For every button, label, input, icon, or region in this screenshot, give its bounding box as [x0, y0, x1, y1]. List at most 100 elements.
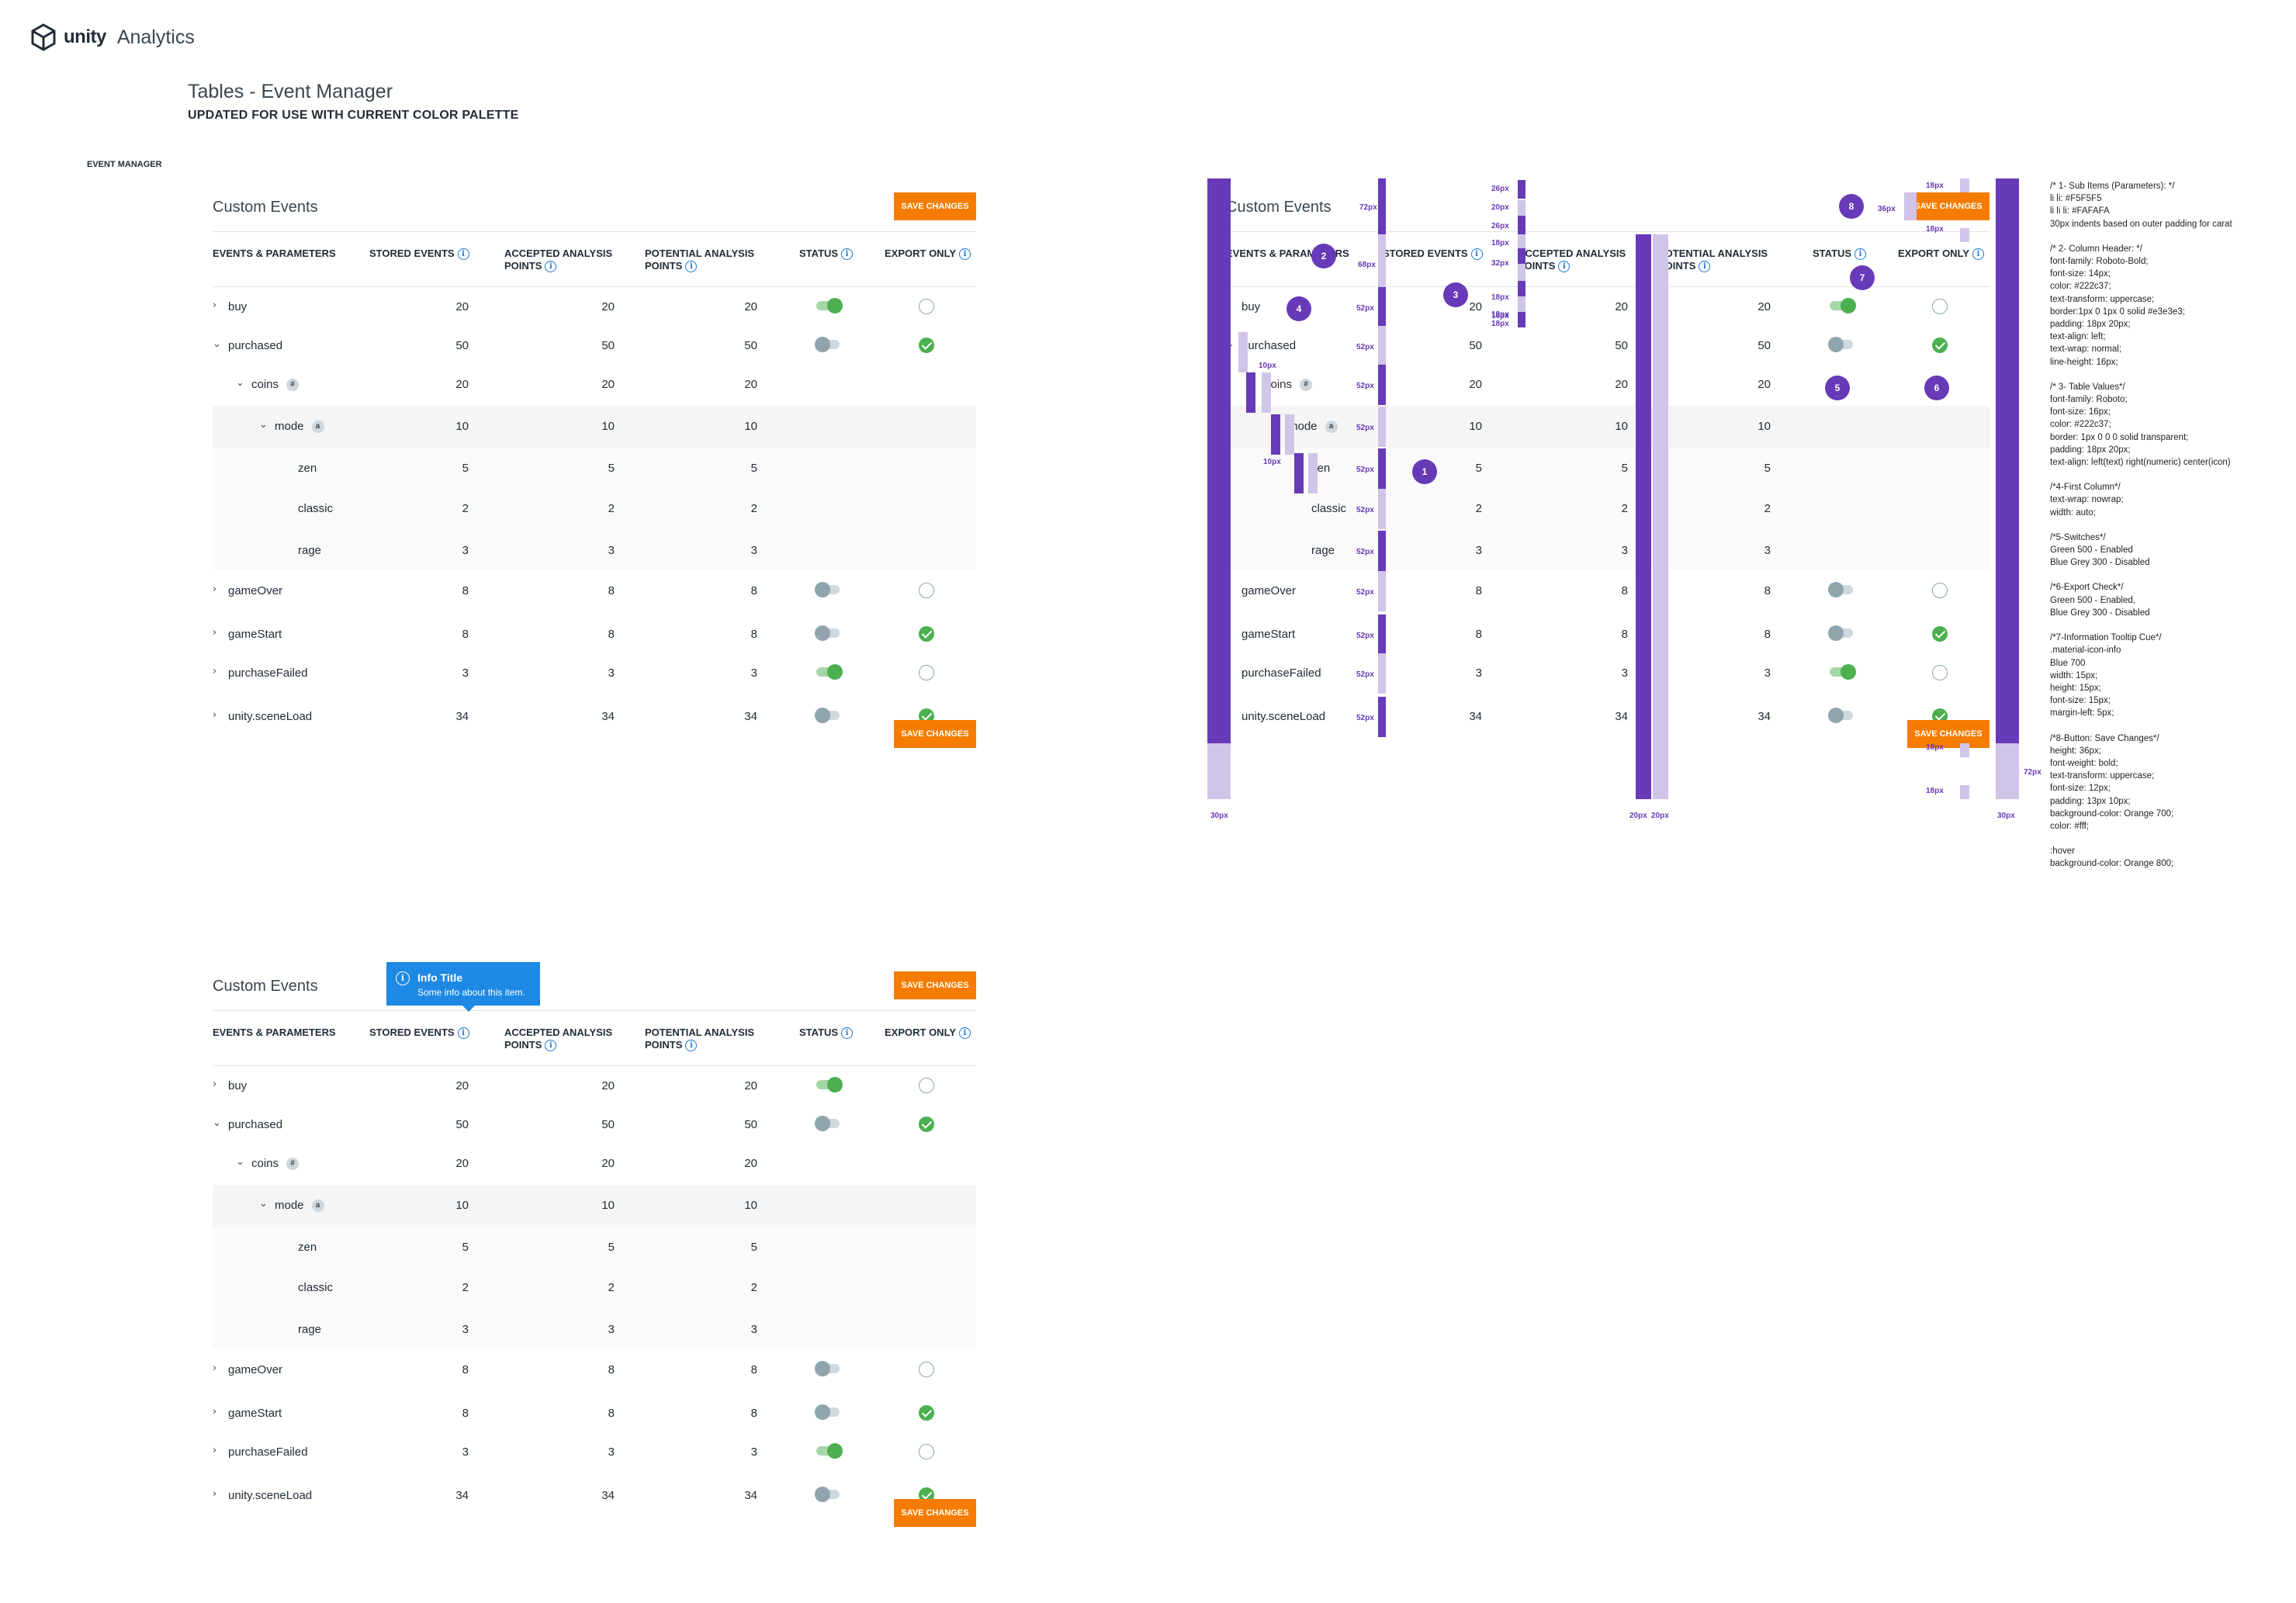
export-unchecked-icon[interactable] — [919, 583, 934, 598]
table-row[interactable]: rage 3 3 3 — [213, 1309, 976, 1349]
table-row[interactable]: zen 5 5 5 — [213, 448, 976, 488]
table-row[interactable]: ⌄modea101010 — [213, 406, 976, 448]
table-row[interactable]: ›purchaseFailed333 — [213, 1432, 976, 1475]
info-icon[interactable]: i — [841, 248, 854, 261]
export-unchecked-icon[interactable] — [1932, 665, 1948, 680]
export-unchecked-icon[interactable] — [919, 1078, 934, 1093]
table-row[interactable]: rage 3 3 3 — [213, 530, 976, 570]
chevron-down-icon[interactable]: ⌄ — [259, 419, 268, 431]
info-icon[interactable]: i — [457, 248, 469, 261]
table-row[interactable]: ›gameOver888 — [1226, 570, 1990, 614]
table-row[interactable]: ›unity.sceneLoad343434 — [213, 1475, 976, 1514]
table-row[interactable]: ›gameStart888 — [213, 614, 976, 653]
export-checked-icon[interactable] — [1932, 338, 1948, 353]
export-unchecked-icon[interactable] — [919, 1444, 934, 1459]
status-toggle[interactable] — [815, 582, 840, 597]
table-row[interactable]: ⌄modea101010 — [213, 1185, 976, 1227]
table-row[interactable]: classic 2 2 2 — [213, 488, 976, 530]
status-toggle[interactable] — [815, 708, 840, 723]
table-row[interactable]: ⌄purchased505050 — [213, 1104, 976, 1143]
export-checked-icon[interactable] — [1932, 626, 1948, 642]
export-checked-icon[interactable] — [919, 1117, 934, 1132]
info-icon[interactable]: i — [1699, 261, 1711, 273]
chevron-down-icon[interactable]: ⌄ — [236, 1156, 244, 1168]
chevron-right-icon[interactable]: › — [213, 1406, 216, 1418]
status-toggle[interactable] — [1830, 298, 1856, 313]
brand[interactable]: unity Analytics — [29, 23, 195, 51]
table-row[interactable]: ⌄coins#202020 — [1226, 364, 1990, 406]
table-row[interactable]: ›buy202020 — [1226, 286, 1990, 325]
table-row[interactable]: ⌄modea101010 — [1226, 406, 1990, 448]
table-row[interactable]: ›purchaseFailed333 — [1226, 653, 1990, 696]
table-row[interactable]: ›gameOver888 — [213, 570, 976, 614]
status-toggle[interactable] — [1828, 582, 1853, 597]
chevron-right-icon[interactable]: › — [213, 1445, 216, 1456]
info-icon[interactable]: i — [958, 1027, 971, 1040]
export-checked-icon[interactable] — [919, 338, 934, 353]
chevron-down-icon[interactable]: ⌄ — [213, 338, 221, 350]
info-icon[interactable]: i — [545, 261, 557, 273]
table-row[interactable]: ›unity.sceneLoad343434 — [1226, 696, 1990, 735]
status-toggle[interactable] — [1828, 625, 1853, 641]
table-row[interactable]: zen 5 5 5 — [213, 1227, 976, 1267]
chevron-down-icon[interactable]: ⌄ — [259, 1198, 268, 1210]
status-toggle[interactable] — [1830, 664, 1856, 680]
chevron-right-icon[interactable]: › — [213, 583, 216, 595]
status-toggle[interactable] — [815, 337, 840, 352]
status-toggle[interactable] — [1828, 708, 1853, 723]
table-row[interactable]: ⌄purchased505050 — [213, 325, 976, 364]
info-icon[interactable]: i — [958, 248, 971, 261]
save-changes-button-bottom[interactable]: SAVE CHANGES — [1907, 720, 1990, 748]
export-checked-icon[interactable] — [919, 626, 934, 642]
table-row[interactable]: ›gameOver888 — [213, 1349, 976, 1393]
table-row[interactable]: ›gameStart888 — [213, 1393, 976, 1432]
table-row[interactable]: ›buy202020 — [213, 286, 976, 325]
chevron-right-icon[interactable]: › — [213, 299, 216, 311]
save-changes-button-bottom[interactable]: SAVE CHANGES — [894, 720, 976, 748]
status-toggle[interactable] — [815, 1404, 840, 1420]
save-changes-button[interactable]: SAVE CHANGES — [1907, 192, 1990, 220]
chevron-right-icon[interactable]: › — [213, 1362, 216, 1374]
chevron-down-icon[interactable]: ⌄ — [213, 1117, 221, 1129]
save-changes-button[interactable]: SAVE CHANGES — [894, 971, 976, 999]
status-toggle[interactable] — [815, 625, 840, 641]
table-row[interactable]: ›unity.sceneLoad343434 — [213, 696, 976, 735]
save-changes-button-bottom[interactable]: SAVE CHANGES — [894, 1499, 976, 1527]
status-toggle[interactable] — [815, 1487, 840, 1502]
info-icon[interactable]: i — [841, 1027, 854, 1040]
export-unchecked-icon[interactable] — [919, 665, 934, 680]
chevron-right-icon[interactable]: › — [213, 1078, 216, 1090]
table-row[interactable]: ›purchaseFailed333 — [213, 653, 976, 696]
export-unchecked-icon[interactable] — [1932, 299, 1948, 314]
table-row[interactable]: zen 5 5 5 — [1226, 448, 1990, 488]
info-icon[interactable]: i — [1558, 261, 1570, 273]
save-changes-button[interactable]: SAVE CHANGES — [894, 192, 976, 220]
chevron-right-icon[interactable]: › — [213, 709, 216, 721]
info-icon[interactable]: i — [685, 1040, 698, 1052]
status-toggle[interactable] — [1828, 337, 1853, 352]
table-row[interactable]: rage 3 3 3 — [1226, 530, 1990, 570]
status-toggle[interactable] — [816, 1077, 843, 1092]
chevron-right-icon[interactable]: › — [213, 1488, 216, 1500]
chevron-right-icon[interactable]: › — [213, 666, 216, 677]
chevron-right-icon[interactable]: › — [213, 627, 216, 639]
table-row[interactable]: ›gameStart888 — [1226, 614, 1990, 653]
table-row[interactable]: ›buy202020 — [213, 1065, 976, 1104]
export-unchecked-icon[interactable] — [919, 1362, 934, 1377]
info-icon[interactable]: i — [545, 1040, 557, 1052]
status-toggle[interactable] — [815, 1116, 840, 1131]
table-row[interactable]: ⌄coins#202020 — [213, 1143, 976, 1185]
table-row[interactable]: classic 2 2 2 — [213, 1267, 976, 1309]
status-toggle[interactable] — [816, 298, 843, 313]
info-icon[interactable]: i — [457, 1027, 469, 1040]
status-toggle[interactable] — [816, 664, 843, 680]
export-unchecked-icon[interactable] — [1932, 583, 1948, 598]
info-icon[interactable]: i — [1854, 248, 1867, 261]
table-row[interactable]: ⌄purchased505050 — [1226, 325, 1990, 364]
info-icon[interactable]: i — [1972, 248, 1984, 261]
status-toggle[interactable] — [815, 1361, 840, 1376]
info-icon[interactable]: i — [1470, 248, 1483, 261]
status-toggle[interactable] — [816, 1443, 843, 1459]
chevron-down-icon[interactable]: ⌄ — [236, 377, 244, 389]
export-checked-icon[interactable] — [919, 1405, 934, 1421]
